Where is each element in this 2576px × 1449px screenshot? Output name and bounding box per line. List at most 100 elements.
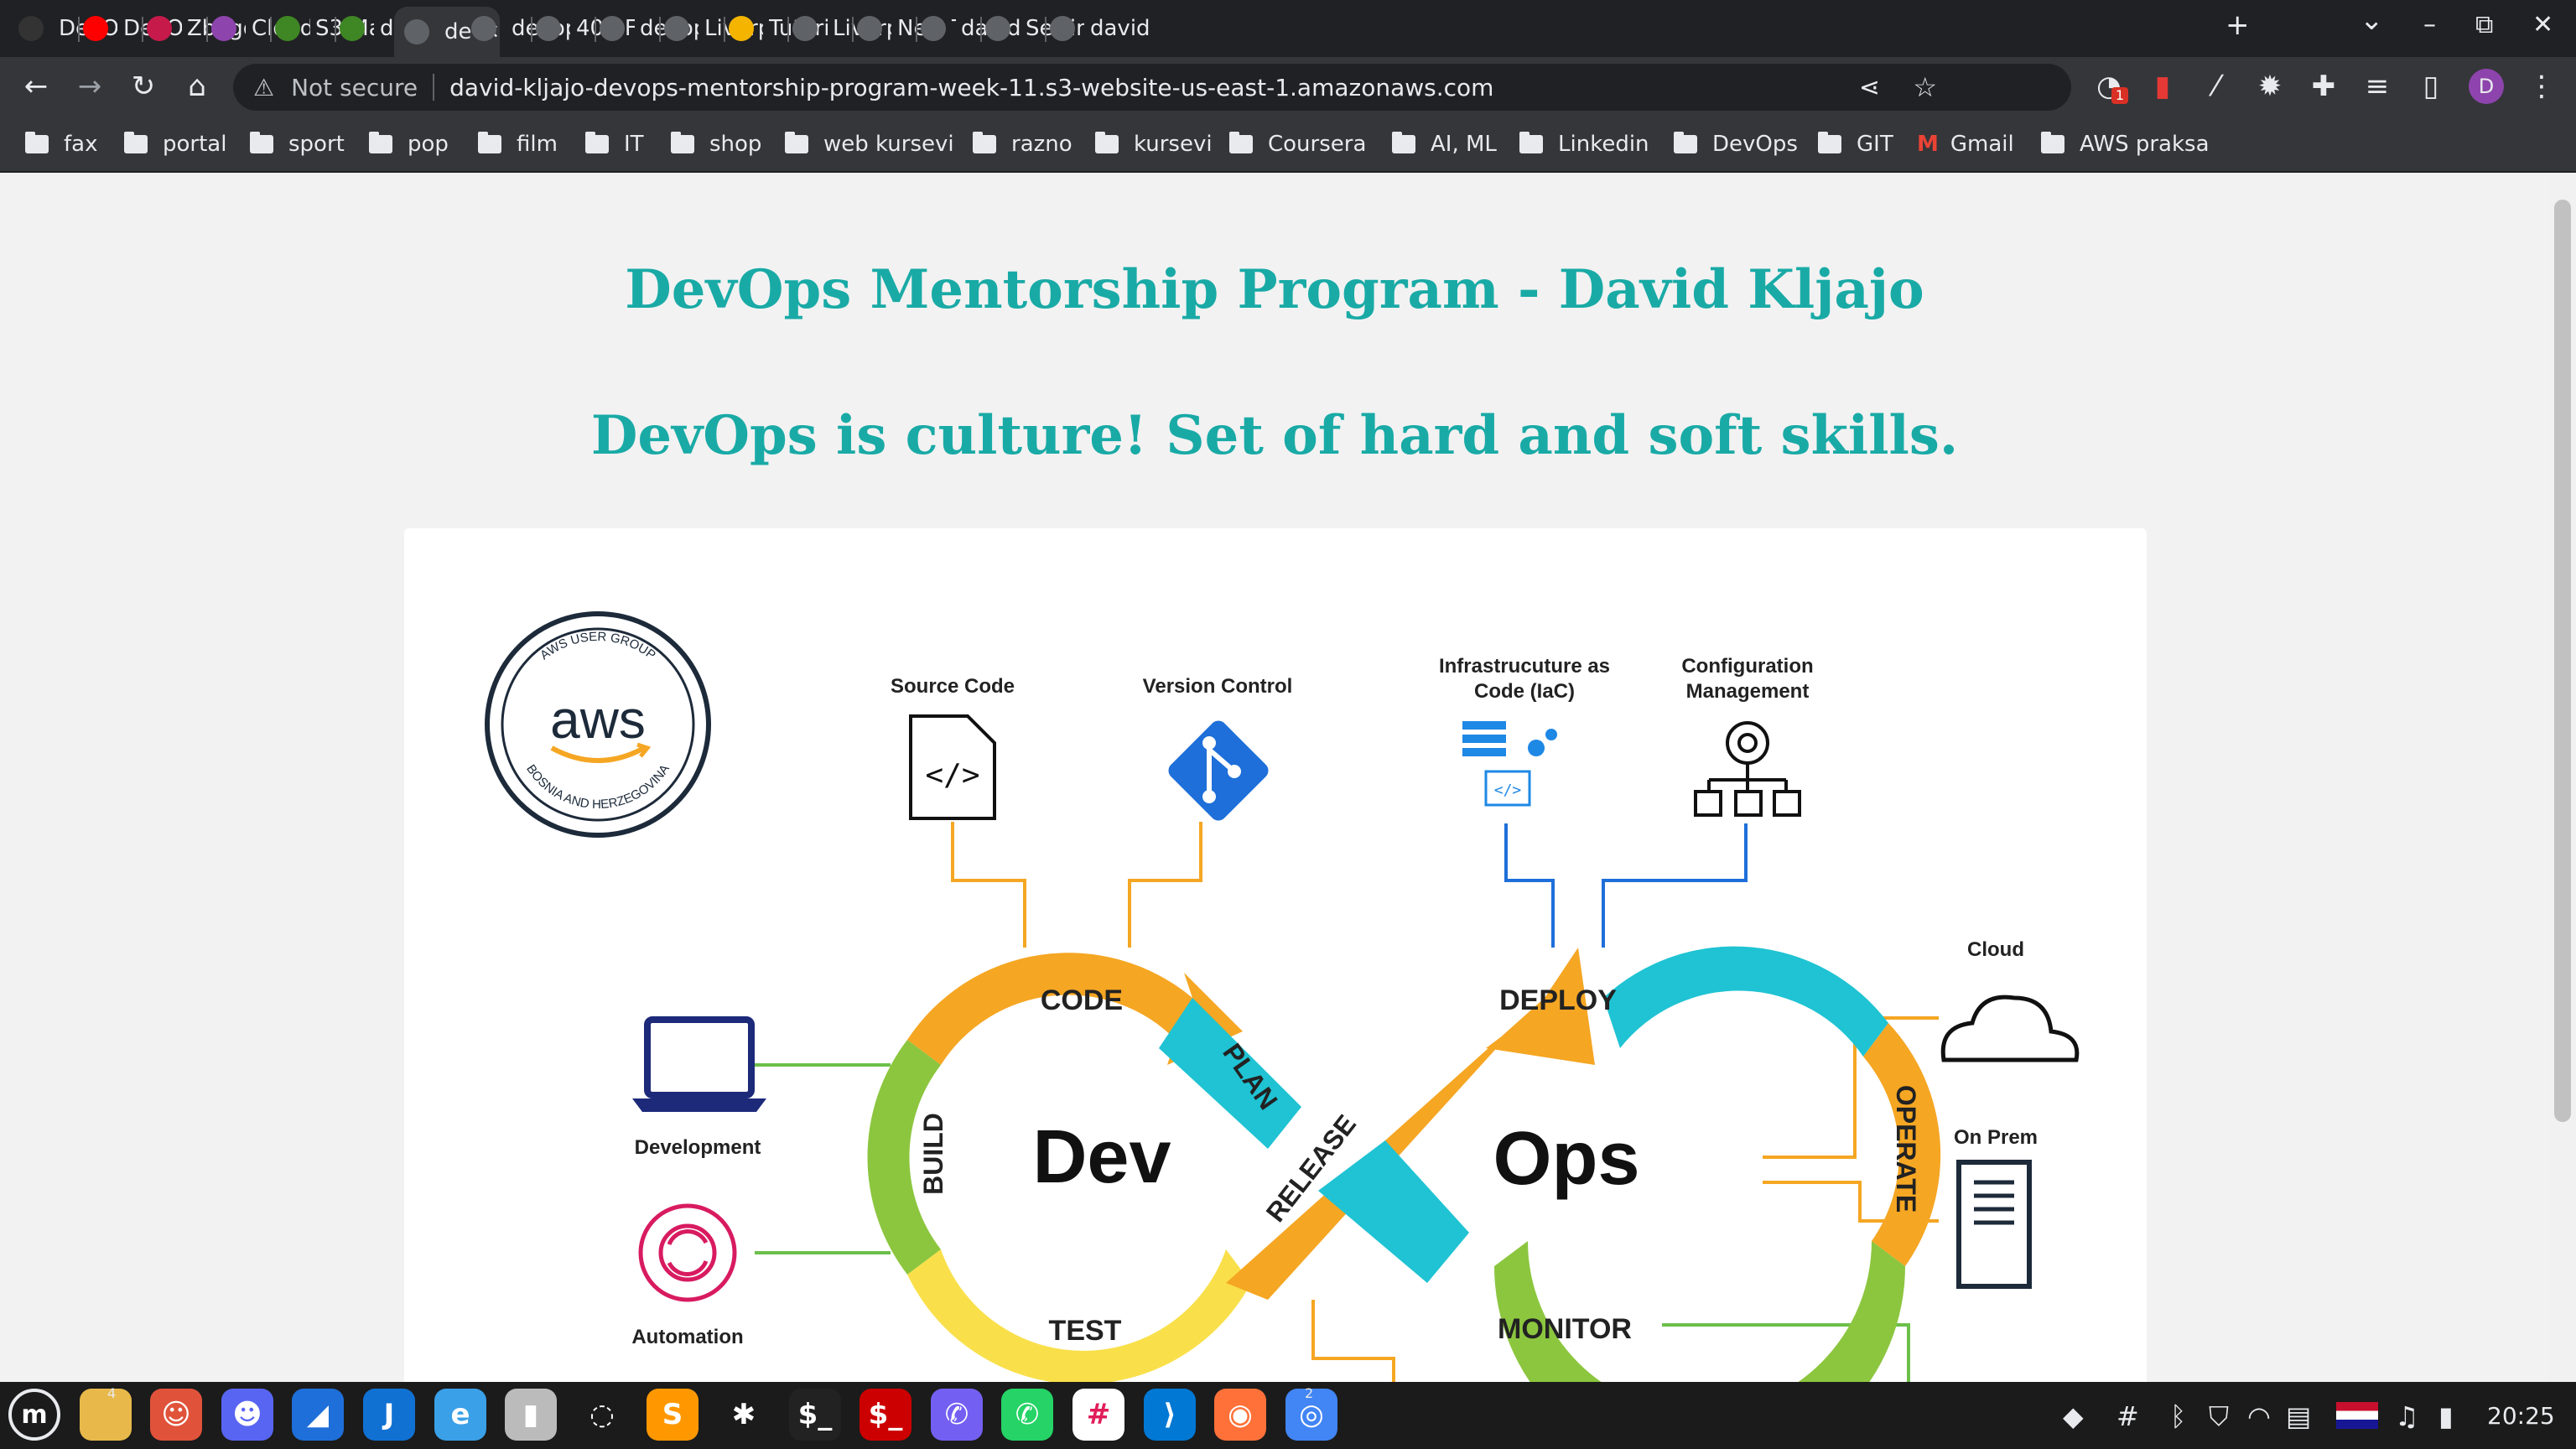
tab-separator	[335, 17, 336, 42]
home-icon[interactable]: ⌂	[179, 69, 215, 104]
bluetooth-icon[interactable]: ᛒ	[2170, 1400, 2186, 1432]
slack-tray-icon[interactable]: #	[2116, 1400, 2139, 1432]
bookmark-label: AWS praksa	[2080, 132, 2210, 157]
folder-icon	[25, 132, 49, 153]
page-scrollbar[interactable]	[2549, 174, 2576, 1382]
config-label-line2: Management	[1686, 680, 1810, 703]
side-panel-icon[interactable]: ▯	[2413, 69, 2449, 104]
mint-menu-icon[interactable]: m	[8, 1389, 60, 1441]
minimize-icon[interactable]: –	[2423, 10, 2436, 39]
files-icon[interactable]	[80, 1389, 132, 1441]
jupyter-icon[interactable]: ◌	[576, 1389, 628, 1441]
bookmark-pop[interactable]: pop	[369, 127, 449, 161]
shark-icon[interactable]: ◢	[292, 1389, 344, 1441]
bookmark-it[interactable]: IT	[585, 127, 644, 161]
diagram-card: AWS USER GROUP BOSNIA AND HERZEGOVINA aw…	[404, 528, 2147, 1382]
bookmark-kursevi[interactable]: kursevi	[1095, 127, 1213, 161]
croatian-flag-icon[interactable]	[2336, 1402, 2378, 1429]
scrollbar-thumb[interactable]	[2554, 200, 2571, 1122]
tab-separator	[852, 17, 854, 42]
gmail-icon: M	[1917, 132, 1939, 157]
tab-separator	[980, 17, 982, 42]
menu-kebab-icon[interactable]: ⋮	[2524, 69, 2559, 104]
vscode-icon[interactable]: ⟩	[1144, 1389, 1196, 1441]
firefox-icon[interactable]: ◉	[1214, 1389, 1266, 1441]
document-icon[interactable]: ▮	[505, 1389, 557, 1441]
puzzle-icon[interactable]: ✚	[2306, 69, 2341, 104]
bookmark-web-kursevi[interactable]: web kursevi	[785, 127, 954, 161]
viber-icon[interactable]: ✆	[931, 1389, 983, 1441]
clock[interactable]: 20:25	[2487, 1402, 2555, 1430]
bookmark-aws-praksa[interactable]: AWS praksa	[2041, 127, 2210, 161]
bookmark-linkedin[interactable]: Linkedin	[1519, 127, 1649, 161]
iac-label-line1: Infrastrucuture as	[1439, 655, 1610, 678]
badge-logo-text: aws	[550, 689, 646, 750]
bookmark-razno[interactable]: razno	[973, 127, 1072, 161]
chrome-window-count: 2	[1305, 1385, 1314, 1401]
github-icon	[18, 16, 44, 41]
terminal-red-icon[interactable]: $_	[860, 1389, 911, 1441]
bookmark-star-icon[interactable]: ☆	[1913, 71, 1937, 103]
folder-icon	[250, 132, 273, 153]
edge-icon[interactable]: e	[434, 1389, 486, 1441]
bookmark-label: IT	[624, 132, 644, 157]
gear-extension-icon[interactable]: ✹	[2252, 69, 2288, 104]
bookmark-sport[interactable]: sport	[250, 127, 345, 161]
sublime-icon[interactable]: S	[647, 1389, 699, 1441]
music-icon[interactable]: ♫	[2395, 1400, 2419, 1432]
color-picker-icon[interactable]: ⁄	[2199, 69, 2234, 104]
address-bar[interactable]: ⚠ Not secure david-kljajo-devops-mentors…	[233, 64, 2071, 111]
folder-icon	[1674, 132, 1697, 153]
spider-icon[interactable]: ✱	[718, 1389, 770, 1441]
reading-list-icon[interactable]: ≡	[2360, 69, 2395, 104]
tab-separator	[916, 17, 917, 42]
forward-icon[interactable]: →	[72, 69, 107, 104]
slack-icon[interactable]: #	[1072, 1389, 1124, 1441]
joplin-icon[interactable]: J	[363, 1389, 415, 1441]
wifi-icon[interactable]: ◠	[2247, 1400, 2271, 1432]
bookmark-devops[interactable]: DevOps	[1674, 127, 1798, 161]
bookmark-gmail[interactable]: M Gmail	[1917, 127, 2014, 161]
notes-tray-icon[interactable]: ▤	[2286, 1400, 2311, 1432]
reload-icon[interactable]: ↻	[126, 69, 161, 104]
bookmark-portal[interactable]: portal	[124, 127, 226, 161]
bookmark-label: pop	[408, 132, 449, 157]
dropbox-icon[interactable]: ◆	[2063, 1400, 2084, 1432]
bookmark-coursera[interactable]: Coursera	[1229, 127, 1366, 161]
discord-icon[interactable]: ☻	[221, 1389, 273, 1441]
automation-label: Automation	[631, 1326, 743, 1348]
bookmark-git[interactable]: GIT	[1818, 127, 1893, 161]
restore-icon[interactable]: ⧉	[2475, 10, 2493, 39]
shield-tray-icon[interactable]: ⛉	[2209, 1400, 2229, 1433]
share-icon[interactable]: ⋖	[1859, 73, 1880, 102]
folder-icon	[1229, 132, 1253, 153]
bookmark-ai-ml[interactable]: AI, ML	[1392, 127, 1497, 161]
profile-avatar[interactable]: D	[2469, 69, 2504, 104]
url-text[interactable]: david-kljajo-devops-mentorship-program-w…	[449, 74, 1493, 101]
terminal-icon[interactable]: $_	[789, 1389, 841, 1441]
tab-17[interactable]: david-	[1050, 7, 1169, 50]
bookmark-fax[interactable]: fax	[25, 127, 97, 161]
folder-icon	[785, 132, 808, 153]
close-window-icon[interactable]: ✕	[2532, 10, 2553, 39]
security-label[interactable]: Not secure	[291, 74, 418, 101]
battery-icon[interactable]: ▮	[2438, 1400, 2454, 1432]
bookmark-label: razno	[1011, 132, 1072, 157]
back-icon[interactable]: ←	[18, 69, 54, 104]
devops-diagram: AWS USER GROUP BOSNIA AND HERZEGOVINA aw…	[485, 611, 2080, 1382]
tab-search-icon[interactable]: ⌄	[2360, 3, 2384, 37]
bookmark-label: web kursevi	[823, 132, 954, 157]
tab-separator	[659, 17, 661, 42]
gimp-icon[interactable]: ☺	[150, 1389, 202, 1441]
new-tab-icon[interactable]: +	[2225, 8, 2250, 42]
bookmark-film[interactable]: film	[478, 127, 558, 161]
pdf-extension-icon[interactable]: ▮	[2145, 69, 2180, 104]
whatsapp-icon[interactable]: ✆	[1001, 1389, 1053, 1441]
bookmark-shop[interactable]: shop	[671, 127, 761, 161]
folder-icon	[1095, 132, 1119, 153]
extension-icon[interactable]: ◔ 1	[2091, 69, 2128, 104]
source-code-icon: </>	[909, 714, 996, 820]
code-label: CODE	[1041, 984, 1123, 1016]
folder-icon	[124, 132, 148, 153]
development-label: Development	[635, 1136, 761, 1159]
